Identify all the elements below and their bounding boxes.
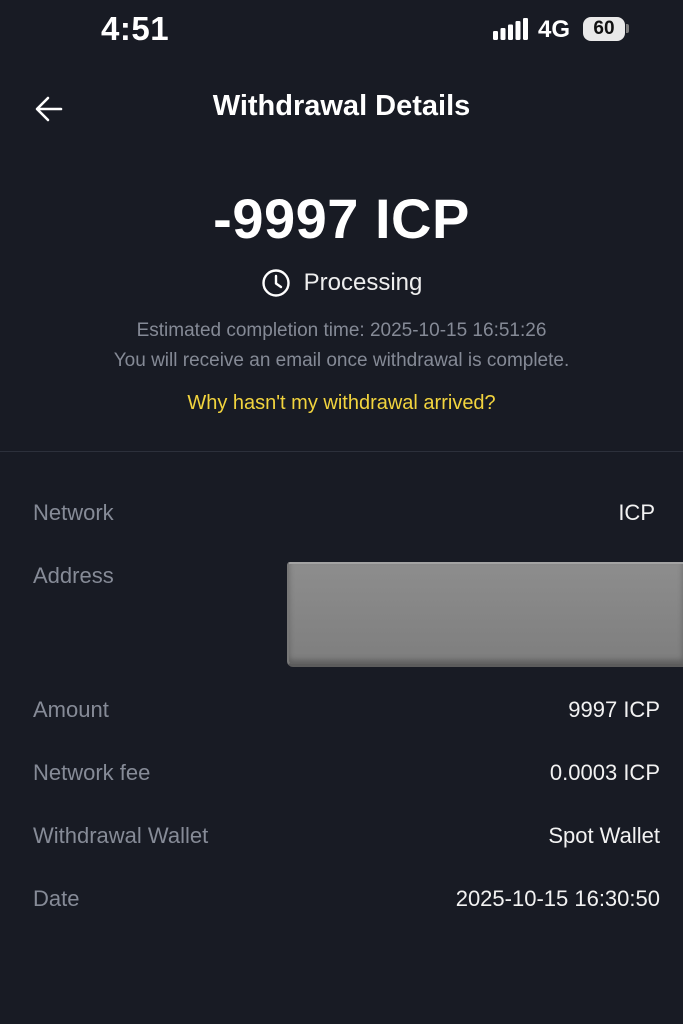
address-redaction-overlay: [287, 562, 683, 667]
detail-label-amount: Amount: [33, 697, 109, 722]
detail-value-withdrawal-wallet: Spot Wallet: [548, 823, 660, 848]
detail-label-date: Date: [33, 886, 80, 911]
withdrawal-help-link[interactable]: Why hasn't my withdrawal arrived?: [0, 392, 683, 415]
clock-icon: [261, 269, 290, 297]
cellular-signal-icon: [493, 18, 528, 40]
status-row: Processing: [0, 268, 683, 298]
section-divider: [0, 451, 683, 452]
battery-cap: [626, 24, 629, 33]
status-bar: 4:51 4G 60: [0, 0, 683, 60]
status-text: Processing: [303, 269, 423, 296]
withdrawal-amount-headline: -9997 ICP: [213, 187, 470, 250]
detail-label-network: Network: [33, 500, 114, 525]
detail-value-network-fee: 0.0003 ICP: [549, 760, 660, 785]
email-note-text: You will receive an email once withdrawa…: [113, 350, 570, 371]
page-title: Withdrawal Details: [212, 90, 471, 122]
network-type-label: 4G: [538, 16, 571, 43]
status-time: 4:51: [101, 10, 170, 47]
detail-label-address: Address: [33, 563, 114, 588]
detail-label-withdrawal-wallet: Withdrawal Wallet: [33, 823, 209, 848]
detail-label-network-fee: Network fee: [33, 760, 151, 785]
detail-value-network: ICP: [618, 500, 655, 525]
estimated-completion-text: Estimated completion time: 2025-10-15 16…: [136, 320, 547, 341]
detail-value-date: 2025-10-15 16:30:50: [455, 886, 660, 911]
detail-value-amount: 9997 ICP: [568, 697, 660, 722]
battery-icon: 60: [583, 17, 625, 41]
